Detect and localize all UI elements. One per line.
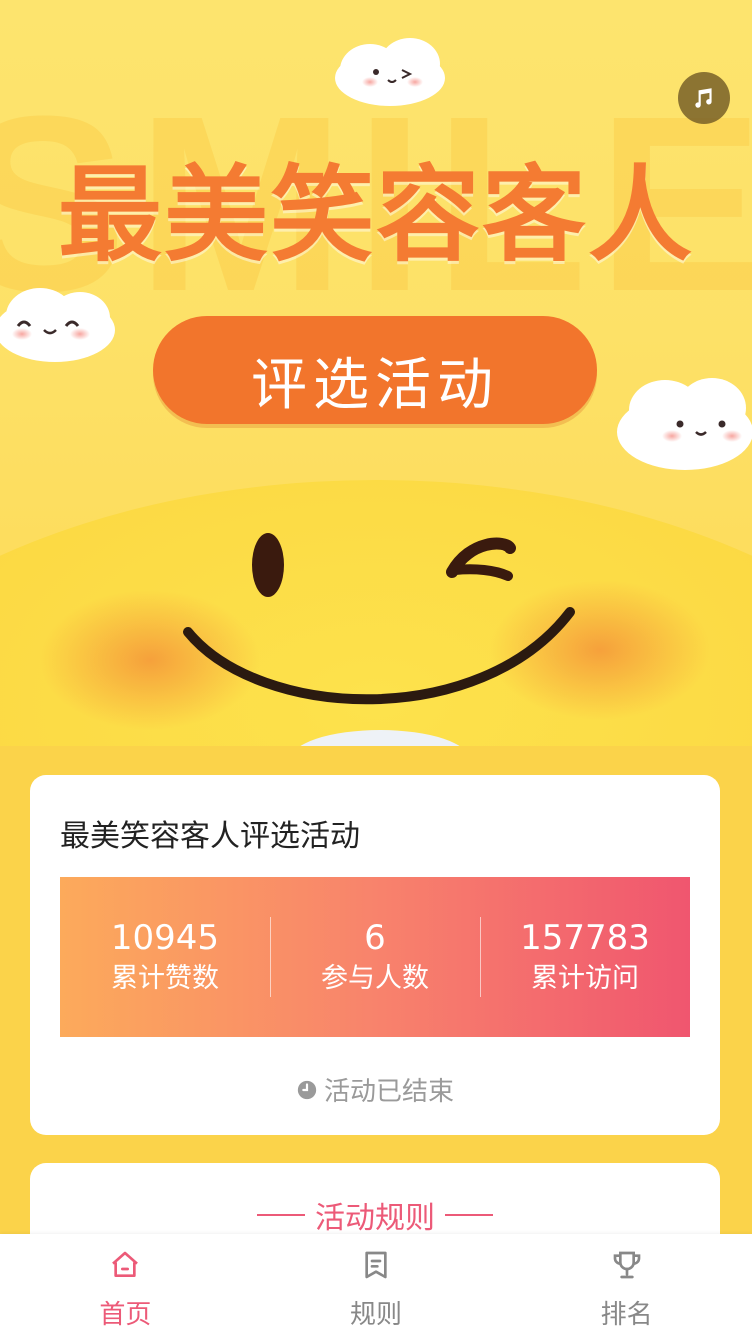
banner-subtitle-pill: 评选活动 [153, 316, 597, 424]
banner-title: 最美笑容客人 [57, 154, 694, 276]
rules-heading-text: 活动规则 [315, 1201, 435, 1236]
activity-stats: 10945 累计赞数 6 参与人数 157783 累计访问 [60, 877, 690, 1037]
stat-label: 累计访问 [531, 963, 639, 994]
stat-label: 参与人数 [321, 963, 429, 994]
stat-value: 10945 [110, 918, 220, 958]
stat-label: 累计赞数 [111, 963, 219, 994]
rules-heading: 活动规则 [30, 1193, 720, 1237]
clock-icon [297, 1080, 317, 1099]
stat-value: 6 [364, 918, 386, 958]
nav-item-rules[interactable]: 规则 [251, 1234, 502, 1336]
activity-status-text: 活动已结束 [323, 1077, 454, 1107]
activity-info-card: 最美笑容客人评选活动 10945 累计赞数 6 参与人数 157783 累计访问… [30, 775, 720, 1135]
home-icon [112, 1251, 139, 1277]
activity-status: 活动已结束 [30, 1071, 720, 1108]
heading-divider-right [445, 1214, 493, 1216]
activity-title: 最美笑容客人评选活动 [60, 819, 360, 854]
banner-subtitle: 评选活动 [251, 353, 499, 418]
nav-item-home[interactable]: 首页 [0, 1234, 251, 1336]
music-note-icon [695, 88, 712, 108]
nav-item-ranking[interactable]: 排名 [501, 1234, 752, 1336]
activity-banner: SMILE 最美笑容客人 评选活动 [0, 0, 752, 746]
stat-total-likes: 10945 累计赞数 [60, 877, 270, 1037]
rules-icon [365, 1251, 387, 1279]
stat-value: 157783 [520, 918, 650, 958]
stat-participants: 6 参与人数 [270, 877, 480, 1037]
heading-divider-left [257, 1214, 305, 1216]
app-root: SMILE 最美笑容客人 评选活动 最美笑容客人评选活动 10945 累计赞数 … [0, 0, 752, 1336]
nav-item-label: 规则 [350, 1300, 403, 1330]
nav-item-label: 排名 [600, 1300, 653, 1330]
nav-item-label: 首页 [99, 1300, 152, 1330]
music-toggle-button[interactable] [678, 72, 730, 124]
stat-total-visits: 157783 累计访问 [480, 877, 690, 1037]
bottom-nav: 首页 规则 排名 [0, 1234, 752, 1336]
trophy-icon [613, 1251, 641, 1279]
